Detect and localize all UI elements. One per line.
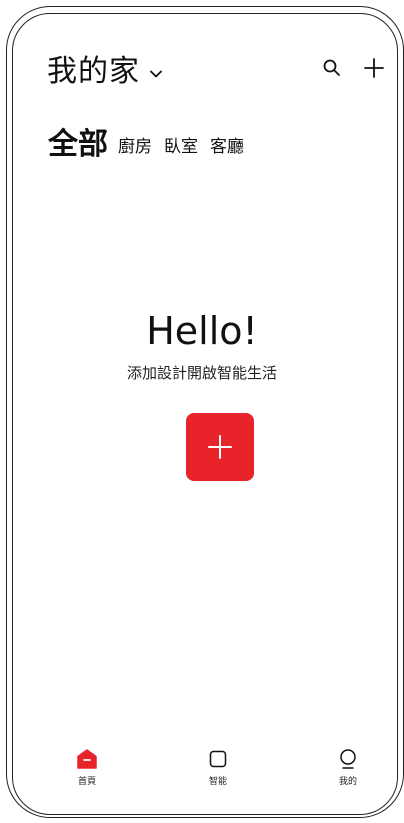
empty-state-subtitle: 添加設計開啟智能生活 xyxy=(126,364,277,382)
home-selector[interactable]: 我的家 xyxy=(47,52,164,92)
tab-kitchen[interactable]: 廚房 xyxy=(118,139,152,160)
home-title: 我的家 xyxy=(47,54,140,89)
tab-all[interactable]: 全部 xyxy=(48,130,108,160)
app-screen: 我的家 全部 廚房 臥室 客廳 Hello! 添加設計開啟智能生活 首頁 智能 … xyxy=(0,0,404,823)
bottom-nav: 首頁 智能 我的 xyxy=(0,748,404,798)
add-device-button[interactable] xyxy=(186,413,254,481)
nav-item-me[interactable]: 我的 xyxy=(318,748,378,788)
tab-living-room[interactable]: 客廳 xyxy=(210,139,244,160)
home-icon xyxy=(77,749,97,769)
square-icon xyxy=(209,750,227,768)
profile-icon xyxy=(340,749,356,769)
search-icon[interactable] xyxy=(320,56,344,80)
add-icon[interactable] xyxy=(362,56,386,80)
chevron-down-icon xyxy=(150,70,162,78)
nav-label-me: 我的 xyxy=(338,777,357,787)
plus-icon xyxy=(208,435,232,459)
greeting-text: Hello! xyxy=(146,309,258,353)
room-tabs: 全部 廚房 臥室 客廳 xyxy=(48,120,256,160)
nav-item-home[interactable]: 首頁 xyxy=(57,748,117,788)
tab-bedroom[interactable]: 臥室 xyxy=(164,139,198,160)
nav-label-home: 首頁 xyxy=(77,777,96,787)
nav-label-smart: 智能 xyxy=(208,777,227,787)
nav-item-smart[interactable]: 智能 xyxy=(188,748,248,788)
